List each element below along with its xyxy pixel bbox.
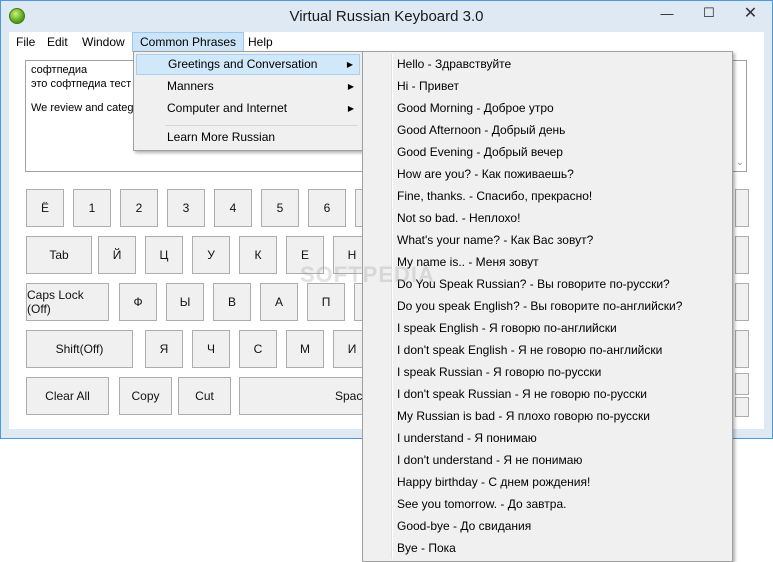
key-v[interactable]: В — [213, 283, 251, 321]
phrase-item[interactable]: I understand - Я понимаю — [397, 427, 537, 449]
key-k[interactable]: К — [239, 236, 277, 274]
phrase-item[interactable]: Happy birthday - С днем рождения! — [397, 471, 590, 493]
maximize-button[interactable]: ☐ — [687, 2, 731, 24]
text-line: это софтпедиа тест — [31, 78, 132, 90]
common-phrases-menu: Greetings and Conversation ▶ Manners ▶ C… — [133, 51, 363, 151]
submenu-arrow-icon: ▶ — [347, 82, 354, 91]
clear-all-button[interactable]: Clear All — [26, 377, 109, 415]
menu-bar: File Edit Window Common Phrases Help — [9, 32, 764, 52]
copy-button[interactable]: Copy — [119, 377, 172, 415]
key-tab[interactable]: Tab — [26, 236, 92, 274]
phrase-item[interactable]: Fine, thanks. - Спасибо, прекрасно! — [397, 185, 592, 207]
key-4[interactable]: 4 — [214, 189, 252, 227]
menu-edit[interactable]: Edit — [40, 32, 75, 52]
menu-item-greetings[interactable]: Greetings and Conversation ▶ — [136, 54, 360, 75]
key-f[interactable]: Ф — [119, 283, 157, 321]
key-3[interactable]: 3 — [167, 189, 205, 227]
phrase-item[interactable]: Good Afternoon - Добрый день — [397, 119, 565, 141]
key-ya[interactable]: Я — [145, 330, 183, 368]
phrase-item[interactable]: Good Morning - Доброе утро — [397, 97, 554, 119]
menu-item-computer-internet[interactable]: Computer and Internet ▶ — [136, 98, 360, 119]
menu-item-learn-more[interactable]: Learn More Russian — [136, 127, 360, 148]
phrase-item[interactable]: I speak Russian - Я говорю по-русски — [397, 361, 601, 383]
phrase-item[interactable]: Do You Speak Russian? - Вы говорите по-р… — [397, 273, 670, 295]
menu-window[interactable]: Window — [75, 32, 132, 52]
watermark: SOFTPEDIA — [300, 262, 435, 287]
cut-button[interactable]: Cut — [178, 377, 231, 415]
key-a[interactable]: А — [260, 283, 298, 321]
key-yo[interactable]: Ё — [26, 189, 64, 227]
key-row5-end-partial[interactable] — [735, 373, 749, 395]
key-row3-end-partial[interactable] — [735, 283, 749, 321]
greetings-submenu: Hello - Здравствуйте Hi - Привет Good Morn… — [362, 51, 733, 562]
submenu-arrow-icon: ▶ — [347, 104, 354, 113]
phrase-item[interactable]: Do you speak English? - Вы говорите по-а… — [397, 295, 682, 317]
key-s[interactable]: С — [239, 330, 277, 368]
menu-file[interactable]: File — [9, 32, 42, 52]
key-y[interactable]: Ы — [166, 283, 204, 321]
phrase-item[interactable]: Good Evening - Добрый вечер — [397, 141, 563, 163]
key-m[interactable]: М — [286, 330, 324, 368]
key-ch[interactable]: Ч — [192, 330, 230, 368]
phrase-item[interactable]: Hi - Привет — [397, 75, 459, 97]
phrase-item[interactable]: Good-bye - До свидания — [397, 515, 531, 537]
phrase-item[interactable]: I don't understand - Я не понимаю — [397, 449, 582, 471]
key-row5-end-partial-2[interactable] — [735, 397, 749, 417]
menu-common-phrases[interactable]: Common Phrases — [132, 32, 245, 52]
key-6[interactable]: 6 — [308, 189, 346, 227]
phrase-item[interactable]: How are you? - Как поживаешь? — [397, 163, 574, 185]
submenu-arrow-icon: ▶ — [346, 60, 353, 69]
key-5[interactable]: 5 — [261, 189, 299, 227]
menu-help[interactable]: Help — [241, 32, 280, 52]
phrase-item[interactable]: Bye - Пока — [397, 537, 456, 559]
key-2[interactable]: 2 — [120, 189, 158, 227]
key-y-short[interactable]: Й — [98, 236, 136, 274]
text-line: софтпедиа — [31, 64, 88, 76]
menu-item-label: Computer and Internet — [167, 101, 288, 115]
key-shift[interactable]: Shift(Off) — [26, 330, 133, 368]
text-line: We review and categ — [31, 102, 134, 114]
title-bar[interactable]: Virtual Russian Keyboard 3.0 — ☐ ✕ — [1, 1, 772, 31]
scroll-down-icon[interactable]: ⌄ — [736, 157, 744, 168]
key-row4-end-partial[interactable] — [735, 330, 749, 368]
phrase-item[interactable]: I don't speak Russian - Я не говорю по-р… — [397, 383, 647, 405]
phrase-item[interactable]: My Russian is bad - Я плохо говорю по-ру… — [397, 405, 650, 427]
menu-icon-gutter — [391, 54, 393, 559]
close-button[interactable]: ✕ — [728, 2, 773, 24]
key-row2-end-partial[interactable] — [735, 236, 749, 274]
space-key[interactable]: Space — [239, 377, 372, 415]
key-p[interactable]: П — [307, 283, 345, 321]
phrase-item[interactable]: Hello - Здравствуйте — [397, 53, 511, 75]
phrase-item[interactable]: I speak English - Я говорю по-английски — [397, 317, 617, 339]
key-1[interactable]: 1 — [73, 189, 111, 227]
key-u[interactable]: У — [192, 236, 230, 274]
menu-item-label: Manners — [167, 79, 214, 93]
phrase-item[interactable]: What's your name? - Как Вас зовут? — [397, 229, 593, 251]
menu-item-label: Greetings and Conversation — [168, 57, 318, 71]
phrase-item[interactable]: Not so bad. - Неплохо! — [397, 207, 520, 229]
minimize-button[interactable]: — — [645, 2, 689, 24]
key-ts[interactable]: Ц — [145, 236, 183, 274]
menu-item-manners[interactable]: Manners ▶ — [136, 76, 360, 97]
menu-separator — [165, 125, 358, 126]
phrase-item[interactable]: I don't speak English - Я не говорю по-а… — [397, 339, 662, 361]
key-backspace-partial[interactable] — [735, 189, 749, 227]
phrase-item[interactable]: See you tomorrow. - До завтра. — [397, 493, 566, 515]
key-caps-lock[interactable]: Caps Lock (Off) — [26, 283, 109, 321]
